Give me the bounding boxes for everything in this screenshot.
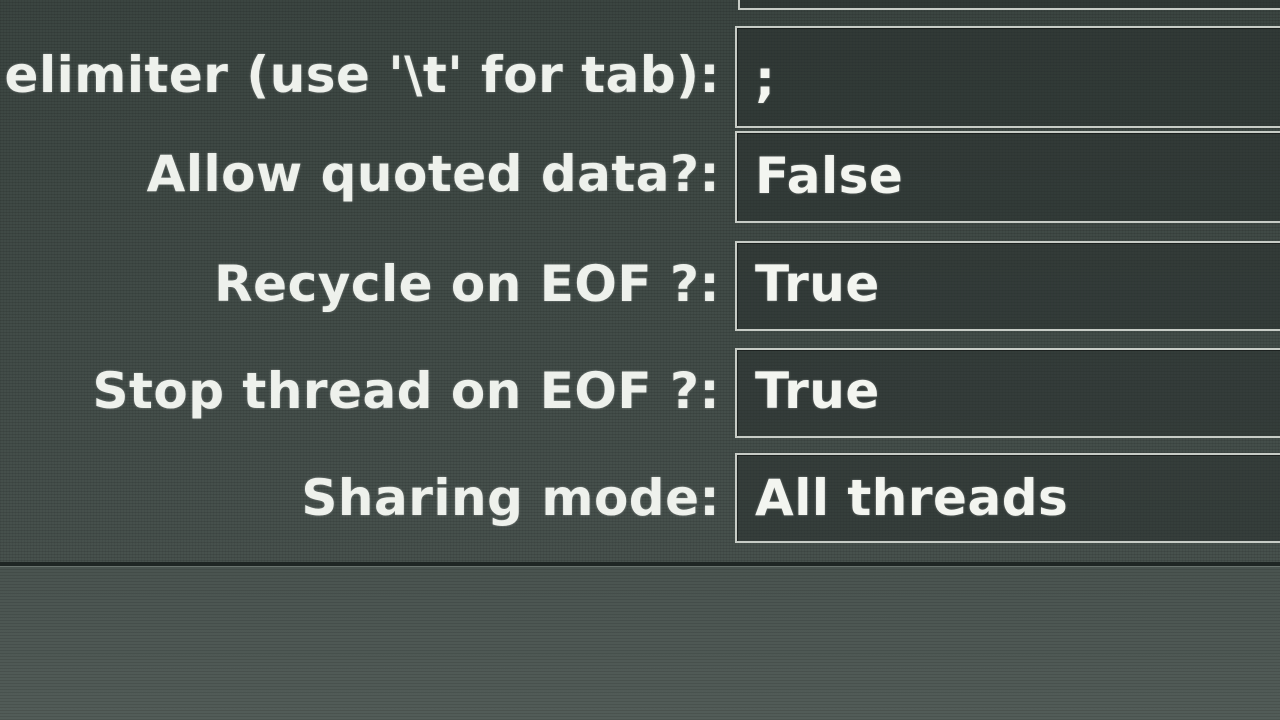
- sharing-mode-select[interactable]: All threads: [735, 453, 1280, 543]
- delimiter-input[interactable]: ;: [735, 26, 1280, 128]
- allow-quoted-data-select[interactable]: False: [735, 131, 1280, 223]
- empty-panel-area: [0, 567, 1280, 720]
- delimiter-label: elimiter (use '\t' for tab):: [4, 46, 720, 104]
- sharing-mode-row: Sharing mode: All threads: [0, 453, 1280, 543]
- sharing-mode-label: Sharing mode:: [301, 469, 720, 527]
- csv-config-form: elimiter (use '\t' for tab): ; Allow quo…: [0, 0, 1280, 562]
- allow-quoted-data-label: Allow quoted data?:: [146, 145, 720, 203]
- previous-field-input[interactable]: [738, 0, 1280, 10]
- recycle-on-eof-label: Recycle on EOF ?:: [214, 255, 720, 313]
- recycle-on-eof-select[interactable]: True: [735, 241, 1280, 331]
- recycle-on-eof-row: Recycle on EOF ?: True: [0, 241, 1280, 331]
- allow-quoted-data-row: Allow quoted data?: False: [0, 131, 1280, 223]
- stop-thread-on-eof-value: True: [755, 362, 880, 420]
- delimiter-row: elimiter (use '\t' for tab): ;: [0, 26, 1280, 128]
- stop-thread-on-eof-label: Stop thread on EOF ?:: [92, 362, 720, 420]
- recycle-on-eof-value: True: [755, 255, 880, 313]
- allow-quoted-data-value: False: [755, 147, 904, 205]
- screen: elimiter (use '\t' for tab): ; Allow quo…: [0, 0, 1280, 720]
- stop-thread-on-eof-row: Stop thread on EOF ?: True: [0, 348, 1280, 438]
- delimiter-value: ;: [755, 50, 776, 108]
- sharing-mode-value: All threads: [755, 469, 1069, 527]
- stop-thread-on-eof-select[interactable]: True: [735, 348, 1280, 438]
